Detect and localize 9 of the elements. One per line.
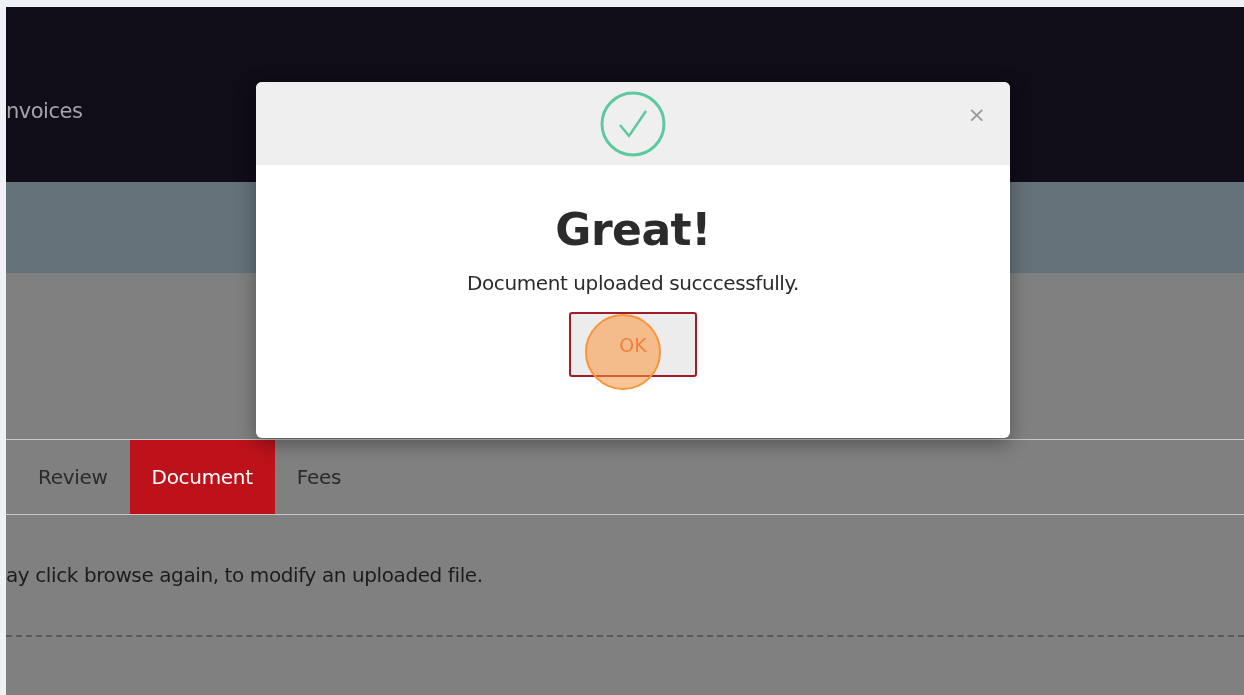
instruction-text: ay click browse again, to modify an uploaded file.: [6, 563, 484, 587]
close-button[interactable]: ×: [963, 102, 990, 127]
dialog-message: Document uploaded succcessfully.: [466, 271, 799, 295]
tab[interactable]: Fees: [274, 440, 364, 514]
tab[interactable]: Document: [129, 440, 275, 514]
dialog-title: Great!: [555, 203, 711, 257]
checkmark-icon: [600, 90, 666, 157]
nav-link[interactable]: nvoices: [6, 99, 83, 123]
tab[interactable]: Review: [6, 440, 130, 514]
